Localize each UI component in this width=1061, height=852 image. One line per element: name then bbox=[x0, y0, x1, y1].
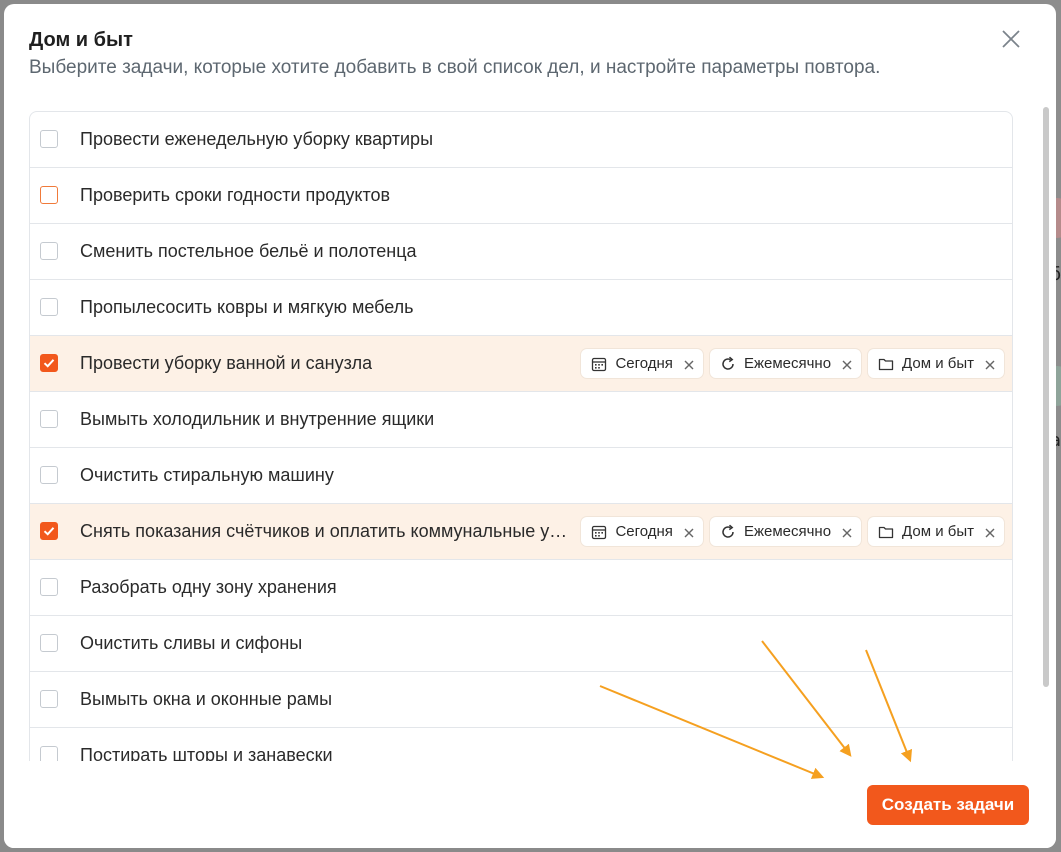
task-options: Сегодня Ежемесячно Дом и быт bbox=[581, 349, 1004, 378]
checkmark-icon bbox=[43, 359, 55, 368]
task-row[interactable]: Провести еженедельную уборку квартиры bbox=[30, 112, 1012, 168]
task-checkbox[interactable] bbox=[40, 634, 58, 652]
remove-x-icon[interactable] bbox=[683, 358, 695, 370]
task-label: Пропылесосить ковры и мягкую мебель bbox=[80, 297, 414, 317]
task-label: Сменить постельное бельё и полотенца bbox=[80, 241, 417, 261]
folder-icon bbox=[878, 524, 894, 540]
task-label: Вымыть окна и оконные рамы bbox=[80, 689, 333, 709]
task-list[interactable]: Провести еженедельную уборку квартиры Про… bbox=[29, 111, 1013, 762]
modal-title: Дом и быт bbox=[29, 29, 133, 51]
task-row[interactable]: Вымыть холодильник и внутренние ящики bbox=[30, 392, 1012, 448]
task-checkbox[interactable] bbox=[40, 298, 58, 316]
calendar-icon bbox=[591, 524, 607, 540]
task-label: Разобрать одну зону хранения bbox=[80, 577, 337, 597]
task-checkbox[interactable] bbox=[40, 746, 58, 762]
task-options: Сегодня Ежемесячно Дом и быт bbox=[581, 517, 1004, 546]
close-icon bbox=[1002, 30, 1020, 48]
task-row[interactable]: Проверить сроки годности продуктов bbox=[30, 168, 1012, 224]
date-chip[interactable]: Сегодня bbox=[581, 349, 703, 378]
repeat-chip-label: Ежемесячно bbox=[743, 355, 832, 372]
task-row[interactable]: Сменить постельное бельё и полотенца bbox=[30, 224, 1012, 280]
task-checkbox[interactable] bbox=[40, 186, 58, 204]
project-chip-label: Дом и быт bbox=[902, 523, 974, 540]
remove-x-icon[interactable] bbox=[841, 358, 853, 370]
task-label: Снять показания счётчиков и оплатить ком… bbox=[80, 521, 570, 541]
checkmark-icon bbox=[43, 527, 55, 536]
task-checkbox[interactable] bbox=[40, 354, 58, 372]
task-row[interactable]: Снять показания счётчиков и оплатить ком… bbox=[30, 504, 1012, 560]
task-row[interactable]: Постирать шторы и занавески bbox=[30, 728, 1012, 762]
task-checkbox[interactable] bbox=[40, 578, 58, 596]
repeat-icon bbox=[720, 524, 736, 540]
date-chip-label: Сегодня bbox=[615, 523, 673, 540]
task-checkbox[interactable] bbox=[40, 466, 58, 484]
remove-x-icon[interactable] bbox=[683, 526, 695, 538]
remove-x-icon[interactable] bbox=[984, 358, 996, 370]
scrollbar[interactable] bbox=[1043, 107, 1049, 687]
task-row[interactable]: Пропылесосить ковры и мягкую мебель bbox=[30, 280, 1012, 336]
modal-subtitle: Выберите задачи, которые хотите добавить… bbox=[29, 57, 881, 78]
repeat-icon bbox=[720, 356, 736, 372]
task-row[interactable]: Провести уборку ванной и санузла Сегодня Е… bbox=[30, 336, 1012, 392]
task-label: Провести уборку ванной и санузла bbox=[80, 353, 373, 373]
repeat-chip-label: Ежемесячно bbox=[743, 523, 832, 540]
task-label: Постирать шторы и занавески bbox=[80, 745, 333, 762]
repeat-chip[interactable]: Ежемесячно bbox=[709, 349, 862, 378]
task-checkbox[interactable] bbox=[40, 410, 58, 428]
task-label: Проверить сроки годности продуктов bbox=[80, 185, 391, 205]
task-template-modal: Дом и быт Выберите задачи, которые хотит… bbox=[4, 4, 1056, 848]
task-checkbox[interactable] bbox=[40, 690, 58, 708]
project-chip[interactable]: Дом и быт bbox=[868, 517, 1004, 546]
task-label: Провести еженедельную уборку квартиры bbox=[80, 129, 434, 149]
close-button[interactable] bbox=[998, 26, 1024, 52]
task-label: Очистить стиральную машину bbox=[80, 465, 334, 485]
task-checkbox[interactable] bbox=[40, 522, 58, 540]
create-tasks-button[interactable]: Создать задачи bbox=[867, 785, 1029, 825]
calendar-icon bbox=[591, 356, 607, 372]
remove-x-icon[interactable] bbox=[984, 526, 996, 538]
task-row[interactable]: Вымыть окна и оконные рамы bbox=[30, 672, 1012, 728]
project-chip-label: Дом и быт bbox=[902, 355, 974, 372]
task-row[interactable]: Очистить сливы и сифоны bbox=[30, 616, 1012, 672]
task-row[interactable]: Очистить стиральную машину bbox=[30, 448, 1012, 504]
repeat-chip[interactable]: Ежемесячно bbox=[709, 517, 862, 546]
project-chip[interactable]: Дом и быт bbox=[868, 349, 1004, 378]
date-chip[interactable]: Сегодня bbox=[581, 517, 703, 546]
folder-icon bbox=[878, 356, 894, 372]
task-label: Вымыть холодильник и внутренние ящики bbox=[80, 409, 435, 429]
task-checkbox[interactable] bbox=[40, 242, 58, 260]
task-row[interactable]: Разобрать одну зону хранения bbox=[30, 560, 1012, 616]
task-checkbox[interactable] bbox=[40, 130, 58, 148]
task-label: Очистить сливы и сифоны bbox=[80, 633, 303, 653]
remove-x-icon[interactable] bbox=[841, 526, 853, 538]
date-chip-label: Сегодня bbox=[615, 355, 673, 372]
